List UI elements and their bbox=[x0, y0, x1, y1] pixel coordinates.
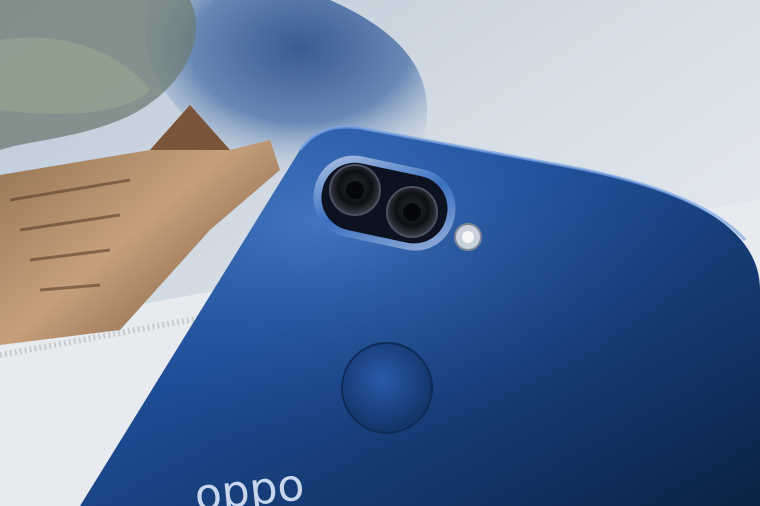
fingerprint-sensor bbox=[341, 342, 433, 434]
flash-center bbox=[462, 231, 474, 243]
main-lens-center bbox=[346, 181, 364, 199]
photo-scene: oppo bbox=[0, 0, 760, 506]
photo-illustration: oppo bbox=[0, 0, 760, 506]
second-lens-center bbox=[403, 203, 421, 221]
